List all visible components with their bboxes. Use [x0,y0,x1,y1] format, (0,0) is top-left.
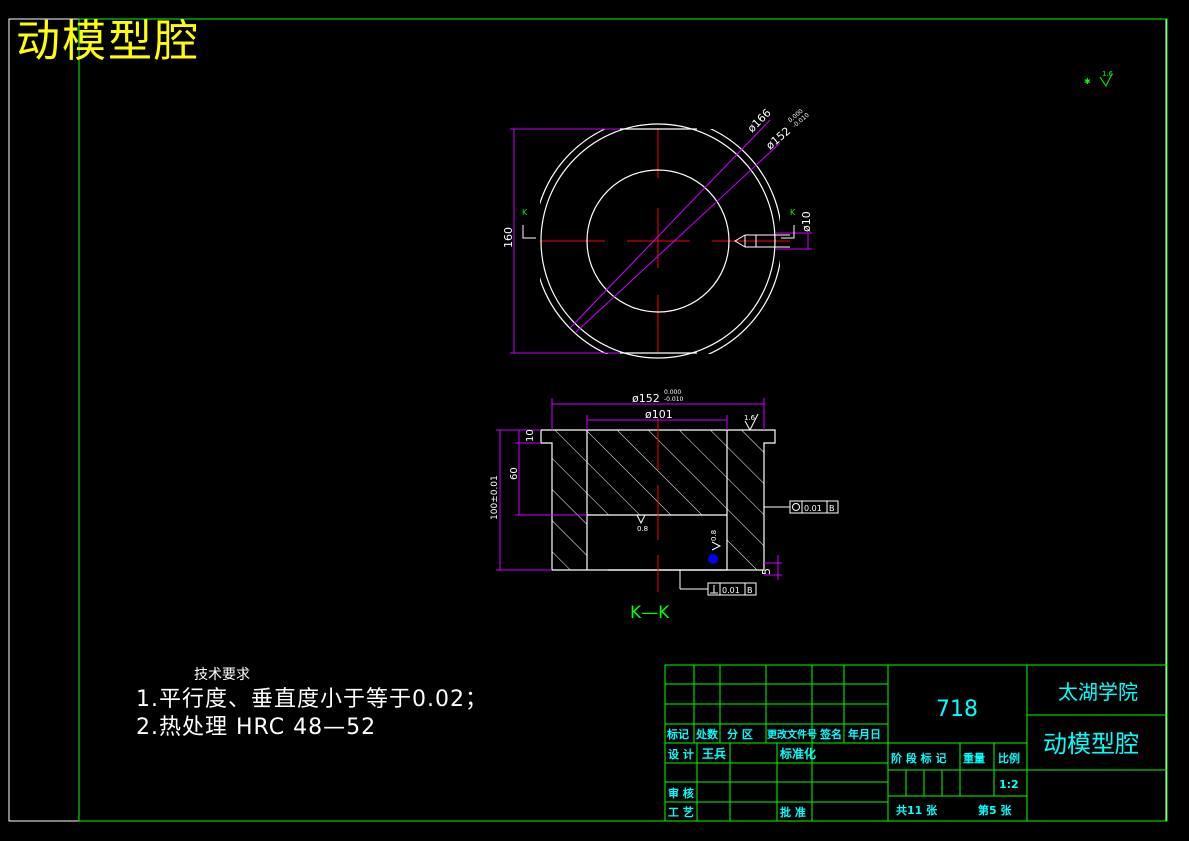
svg-text:1.6: 1.6 [1102,70,1114,78]
tech-line-1: 1.平行度、垂直度小于等于0.02； [136,687,488,712]
svg-text:1.6: 1.6 [744,414,756,422]
svg-text:B: B [747,586,753,595]
svg-text:K: K [790,208,796,217]
svg-text:王兵: 王兵 [702,746,726,761]
svg-text:太湖学院: 太湖学院 [1058,680,1138,704]
section-hatch-right [727,430,764,570]
svg-text:共11 张: 共11 张 [896,803,938,817]
header-cell-count: 处数 [695,727,719,741]
svg-text:比例: 比例 [998,751,1020,765]
svg-text:160: 160 [502,227,515,248]
svg-text:标准化: 标准化 [779,746,816,761]
svg-text:B: B [829,504,835,513]
svg-text:ø152: ø152 [632,392,660,405]
svg-text:0.01: 0.01 [722,586,740,595]
svg-text:K: K [522,208,528,217]
svg-text:动模型腔: 动模型腔 [1043,730,1139,758]
header-cell-zone: 分 区 [727,727,753,741]
top-view: ø166 ø152 0.000 -0.010 160 ø10 K K [502,106,813,359]
svg-text:0.8: 0.8 [710,530,718,541]
svg-text:60: 60 [509,467,520,480]
header-cell-date: 年月日 [848,727,881,741]
svg-text:ø10: ø10 [800,211,813,232]
svg-text:审 核: 审 核 [668,786,694,800]
corner-roughness: ✱ 1.6 [1084,70,1114,87]
svg-text:10: 10 [525,429,536,442]
header-cell-change-doc: 更改文件号 [767,728,817,741]
title-block-text: 标记 处数 分 区 更改文件号 签名 年月日 设 计 王兵 标准化 审 核 工 … [666,680,1139,819]
tech-line-2: 2.热处理 HRC 48—52 [136,715,377,740]
svg-text:设 计: 设 计 [668,747,694,761]
header-cell-mark: 标记 [666,727,689,741]
section-hatch-top [587,430,727,515]
svg-text:-0.010: -0.010 [664,396,684,403]
svg-text:ø152: ø152 [764,125,794,153]
section-hatch-left [552,430,587,570]
section-view: ø152 0.000 -0.010 ø101 10 60 100±0.01 5 … [490,389,839,623]
svg-text:1:2: 1:2 [999,778,1019,791]
svg-text:K—K: K—K [630,603,670,623]
svg-text:批 准: 批 准 [780,805,806,819]
svg-text:第5 张: 第5 张 [978,803,1012,817]
header-cell-signature: 签名 [819,727,842,741]
svg-text:0.8: 0.8 [637,525,648,533]
tech-heading: 技术要求 [194,667,250,683]
datum-marker [708,554,718,564]
svg-text:5: 5 [760,568,773,575]
svg-text:718: 718 [936,697,978,722]
svg-text:重量: 重量 [963,751,985,765]
page-title: 动模型腔 [16,16,200,67]
svg-text:0.000: 0.000 [664,389,681,396]
svg-text:阶 段 标 记: 阶 段 标 记 [891,751,947,765]
svg-text:100±0.01: 100±0.01 [490,475,500,520]
svg-text:ø101: ø101 [645,408,673,421]
svg-text:工 艺: 工 艺 [668,805,694,819]
tech-requirements: 技术要求 1.平行度、垂直度小于等于0.02； 2.热处理 HRC 48—52 [136,664,488,742]
svg-text:0.01: 0.01 [804,504,822,513]
svg-text:✱: ✱ [1084,77,1091,86]
